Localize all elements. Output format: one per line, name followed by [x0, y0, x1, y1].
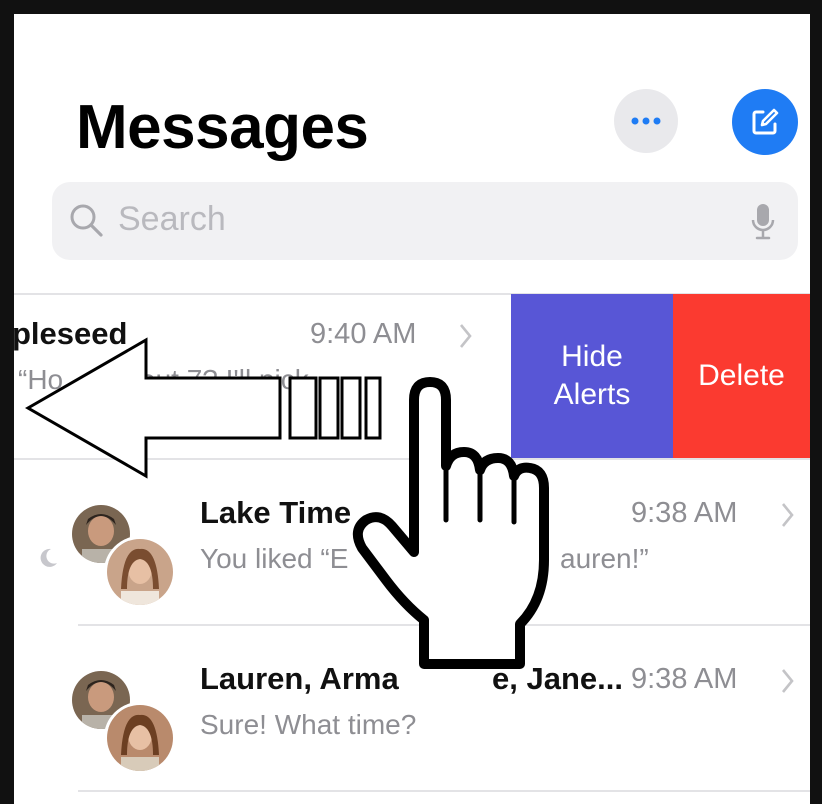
delete-button[interactable]: Delete: [673, 294, 810, 458]
conversation-name-tail: e, Jane...: [492, 661, 623, 696]
chevron-right-icon: [781, 669, 794, 693]
delete-label: Delete: [698, 359, 785, 392]
microphone-icon[interactable]: [750, 202, 776, 242]
avatar: [104, 536, 176, 608]
ellipsis-icon: [631, 117, 661, 125]
chevron-right-icon: [781, 503, 794, 527]
search-input[interactable]: Search: [118, 200, 226, 239]
conversation-preview: Sure! What time?: [200, 709, 417, 740]
moon-icon: [40, 548, 57, 567]
conversation-name: Lake Time: [200, 495, 352, 530]
conversation-row[interactable]: Lake Time 9:38 AM You liked “E auren!”: [14, 459, 810, 624]
compose-icon: [752, 108, 779, 135]
conversation-preview: “Ho: [18, 364, 64, 395]
conversation-preview-tail: out 7? I'll pick: [140, 364, 309, 395]
conversation-time: 9:40 AM: [310, 318, 417, 350]
conversation-preview: You liked “E: [200, 543, 349, 574]
avatar: [104, 702, 176, 774]
hide-alerts-label-line1: Hide: [561, 340, 623, 373]
conversation-row[interactable]: Lauren, Arma e, Jane... 9:38 AM Sure! Wh…: [14, 625, 810, 790]
page-title: Messages: [76, 93, 369, 162]
search-bar[interactable]: Search: [52, 182, 798, 260]
conversation-name: Lauren, Arma: [200, 661, 399, 696]
more-options-button[interactable]: [614, 89, 678, 153]
messages-screen: Messages Search pleseed 9:40 AM “Ho out …: [14, 14, 810, 804]
conversation-time: 9:38 AM: [631, 497, 738, 529]
hide-alerts-label-line2: Alerts: [553, 378, 631, 411]
list-divider: [78, 790, 810, 792]
conversation-preview-tail: auren!”: [560, 543, 649, 574]
search-icon: [70, 204, 103, 237]
conversation-time: 9:38 AM: [631, 663, 738, 695]
hide-alerts-button[interactable]: Hide Alerts: [511, 294, 673, 458]
conversation-name: pleseed: [14, 316, 128, 351]
chevron-right-icon: [459, 324, 472, 348]
compose-button[interactable]: [732, 89, 798, 155]
